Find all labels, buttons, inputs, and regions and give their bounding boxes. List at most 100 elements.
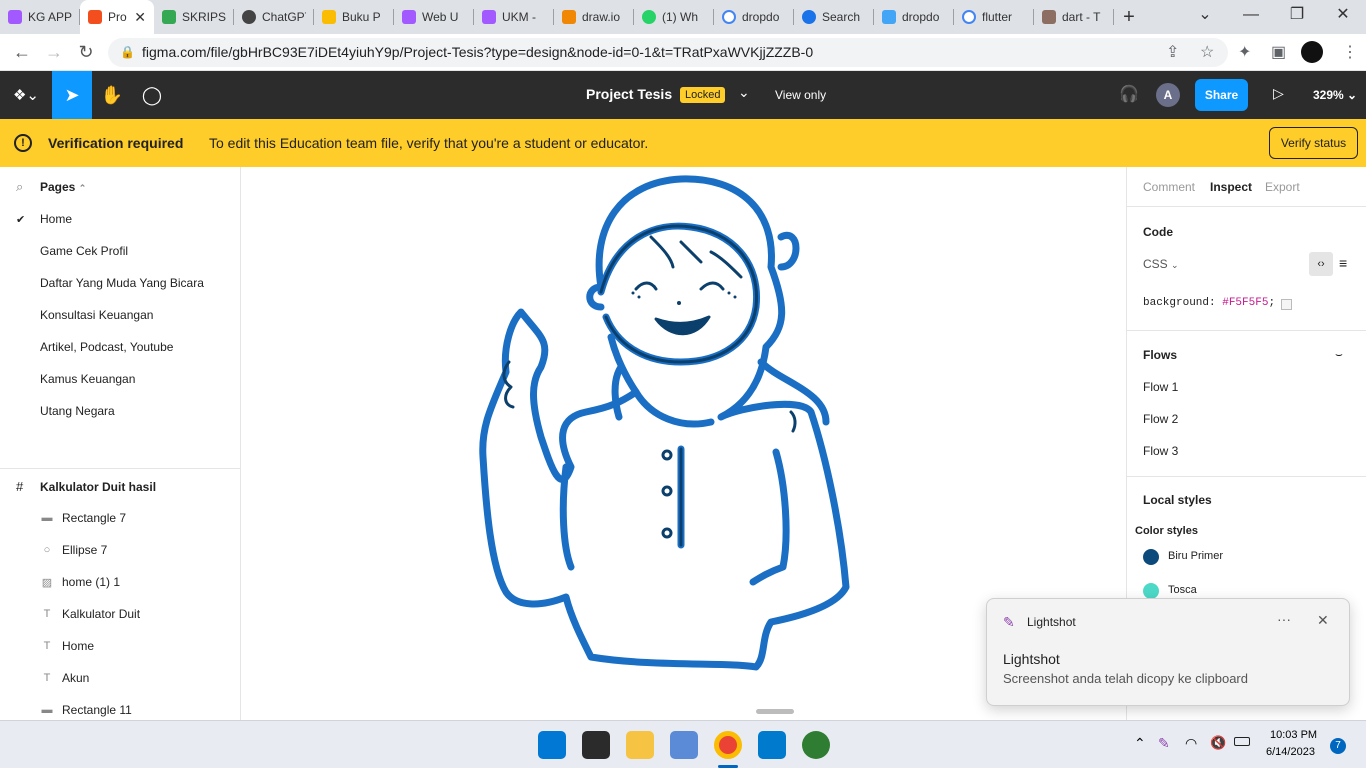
windows-start-icon[interactable] xyxy=(538,731,566,759)
tab-web-ui[interactable]: Web U xyxy=(394,0,474,34)
present-play-icon[interactable]: ▷ xyxy=(1273,85,1284,102)
layer-item[interactable]: T Home xyxy=(40,639,94,653)
flow-item[interactable]: Flow 1 xyxy=(1143,380,1178,394)
eye-closed-icon[interactable]: ⌣ xyxy=(1335,347,1343,362)
flow-item[interactable]: Flow 2 xyxy=(1143,412,1178,426)
tab-buku[interactable]: Buku P xyxy=(314,0,394,34)
pages-header[interactable]: Pages ⌃ xyxy=(40,180,86,194)
browser-menu-icon[interactable]: ⋮ xyxy=(1342,42,1358,62)
extensions-icon[interactable]: ✦ xyxy=(1238,42,1251,62)
chevron-up-icon: ⌃ xyxy=(78,183,87,193)
tab-skripsi[interactable]: SKRIPSI xyxy=(154,0,234,34)
tab-dropdown-2[interactable]: dropdo xyxy=(874,0,954,34)
tab-dart[interactable]: dart - T xyxy=(1034,0,1114,34)
wifi-icon[interactable]: ◠ xyxy=(1185,735,1197,752)
side-panel-icon[interactable]: ▣ xyxy=(1271,42,1286,62)
layer-item[interactable]: T Kalkulator Duit xyxy=(40,607,140,621)
notification-count-badge[interactable]: 7 xyxy=(1330,738,1346,754)
speaker-muted-icon[interactable]: 🔇 xyxy=(1210,735,1226,751)
page-item[interactable]: Artikel, Podcast, Youtube xyxy=(40,340,173,354)
drive-icon xyxy=(322,10,336,24)
maximize-icon[interactable]: ❐ xyxy=(1274,0,1320,32)
layer-item[interactable]: T Akun xyxy=(40,671,90,685)
canvas-scrollbar[interactable] xyxy=(756,709,794,714)
app-icon[interactable] xyxy=(802,731,830,759)
tab-flutter[interactable]: flutter xyxy=(954,0,1034,34)
lightshot-tray-icon[interactable]: ✎ xyxy=(1158,735,1170,752)
search-icon[interactable]: ⌕ xyxy=(16,179,23,195)
tab-comment[interactable]: Comment xyxy=(1143,180,1195,194)
profile-avatar[interactable] xyxy=(1301,41,1323,63)
close-window-icon[interactable]: ✕ xyxy=(1320,0,1366,32)
share-page-icon[interactable]: ⇪ xyxy=(1166,42,1179,62)
page-item-home[interactable]: ✔ Home xyxy=(16,212,72,226)
verify-status-button[interactable]: Verify status xyxy=(1269,127,1358,159)
code-view-icon[interactable]: ‹› xyxy=(1309,252,1333,276)
comment-tool-icon[interactable]: ◯ xyxy=(132,71,172,119)
lightshot-notification[interactable]: ✎ Lightshot ··· ✕ Lightshot Screenshot a… xyxy=(986,598,1350,706)
headphones-icon[interactable]: 🎧 xyxy=(1119,84,1139,104)
move-tool-icon[interactable]: ➤ xyxy=(52,71,92,119)
divider xyxy=(0,468,240,469)
chevron-down-icon[interactable]: ⌄ xyxy=(738,84,750,101)
battery-icon[interactable] xyxy=(1234,737,1250,746)
layer-item[interactable]: ▬ Rectangle 7 xyxy=(40,511,127,525)
reload-icon[interactable]: ↻ xyxy=(74,41,98,65)
close-tab-icon[interactable]: ✕ xyxy=(134,9,146,26)
layer-label: Ellipse 7 xyxy=(62,543,108,557)
hand-tool-icon[interactable]: ✋ xyxy=(92,71,132,119)
url-field[interactable]: 🔒 figma.com/file/gbHrBC93E7iDEt4yiuhY9p/… xyxy=(108,38,1228,67)
task-view-icon[interactable] xyxy=(582,731,610,759)
page-label: Artikel, Podcast, Youtube xyxy=(40,340,174,354)
color-style-name[interactable]: Biru Primer xyxy=(1168,550,1223,562)
tab-chatgpt[interactable]: ChatGPT xyxy=(234,0,314,34)
bookmark-star-icon[interactable]: ☆ xyxy=(1200,42,1214,62)
banner-message: To edit this Education team file, verify… xyxy=(209,135,649,151)
color-styles-title: Color styles xyxy=(1135,525,1198,537)
photos-icon[interactable] xyxy=(670,731,698,759)
tab-search-chevron-icon[interactable]: ⌄ xyxy=(1182,0,1228,32)
minimize-icon[interactable]: — xyxy=(1228,0,1274,32)
vscode-icon[interactable] xyxy=(758,731,786,759)
tab-search[interactable]: Search xyxy=(794,0,874,34)
layer-frame[interactable]: # Kalkulator Duit hasil xyxy=(16,479,156,494)
code-value: #F5F5F5 xyxy=(1222,297,1269,309)
tab-project-tesis[interactable]: Pro ✕ xyxy=(80,0,154,34)
forward-icon[interactable]: → xyxy=(42,41,66,65)
more-options-icon[interactable]: ··· xyxy=(1277,611,1291,627)
file-explorer-icon[interactable] xyxy=(626,731,654,759)
chrome-icon[interactable] xyxy=(714,731,742,759)
page-item[interactable]: Kamus Keuangan xyxy=(40,372,135,386)
figma-icon xyxy=(402,10,416,24)
language-select[interactable]: CSS ⌄ xyxy=(1143,257,1179,271)
tab-inspect[interactable]: Inspect xyxy=(1210,180,1252,194)
zoom-level[interactable]: 329% ⌄ xyxy=(1313,88,1357,102)
clock-date[interactable]: 6/14/2023 xyxy=(1266,746,1315,758)
back-icon[interactable]: ← xyxy=(10,41,34,65)
page-item[interactable]: Game Cek Profil xyxy=(40,244,128,258)
color-style-name[interactable]: Tosca xyxy=(1168,584,1197,596)
layer-label: Akun xyxy=(62,671,90,685)
user-avatar[interactable]: A xyxy=(1156,83,1180,107)
flow-item[interactable]: Flow 3 xyxy=(1143,444,1178,458)
tab-kg-app[interactable]: KG APP xyxy=(0,0,80,34)
layer-item[interactable]: ▨ home (1) 1 xyxy=(40,575,120,589)
page-item[interactable]: Daftar Yang Muda Yang Bicara xyxy=(40,276,204,290)
page-item[interactable]: Utang Negara xyxy=(40,404,115,418)
tab-dropdown[interactable]: dropdo xyxy=(714,0,794,34)
tab-ukm[interactable]: UKM - xyxy=(474,0,554,34)
clock-time[interactable]: 10:03 PM xyxy=(1270,729,1317,741)
file-title[interactable]: Project Tesis xyxy=(586,86,672,102)
chevron-up-icon[interactable]: ⌃ xyxy=(1134,735,1146,752)
tab-drawio[interactable]: draw.io xyxy=(554,0,634,34)
new-tab-button[interactable]: + xyxy=(1114,6,1144,29)
share-button[interactable]: Share xyxy=(1195,79,1248,111)
layer-item[interactable]: ▬ Rectangle 11 xyxy=(40,703,132,717)
list-view-icon[interactable]: ≡ xyxy=(1339,255,1347,271)
tab-export[interactable]: Export xyxy=(1265,180,1300,194)
layer-item[interactable]: ○ Ellipse 7 xyxy=(40,543,108,557)
close-icon[interactable]: ✕ xyxy=(1317,612,1329,629)
tab-whatsapp[interactable]: (1) Wh xyxy=(634,0,714,34)
page-item[interactable]: Konsultasi Keuangan xyxy=(40,308,153,322)
figma-menu-icon[interactable]: ❖⌄ xyxy=(6,71,46,119)
